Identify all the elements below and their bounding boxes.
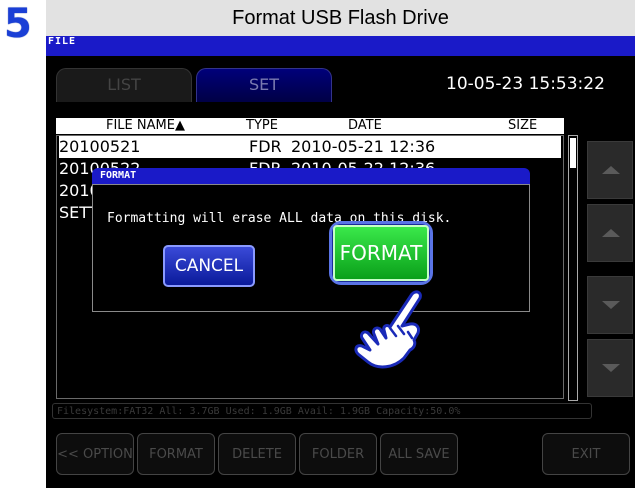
column-header-type[interactable]: TYPE <box>246 118 278 134</box>
step-number: 5 <box>4 1 32 47</box>
dialog-body: Formatting will erase ALL data on this d… <box>92 184 530 312</box>
file-row[interactable]: 20100521 FDR 2010-05-21 12:36 <box>59 136 561 158</box>
filesystem-status: Filesystem:FAT32 All: 3.7GB Used: 1.9GB … <box>52 403 592 419</box>
screen-title: FILE <box>48 36 77 47</box>
format-dialog: FORMAT Formatting will erase ALL data on… <box>92 168 530 312</box>
folder-button[interactable]: FOLDER <box>299 433 377 475</box>
triangle-up-icon <box>602 166 620 174</box>
scroll-down-button[interactable] <box>587 276 633 334</box>
column-header-date[interactable]: DATE <box>348 118 382 134</box>
triangle-up-icon <box>602 229 620 237</box>
dialog-title: FORMAT <box>92 168 530 184</box>
step-caption: Format USB Flash Drive <box>46 0 635 36</box>
cancel-button[interactable]: CANCEL <box>163 245 255 287</box>
column-header-name[interactable]: FILE NAME▲ <box>106 118 185 134</box>
exit-button[interactable]: EXIT <box>542 433 630 475</box>
list-scrollbar[interactable] <box>568 135 578 401</box>
page-down-button[interactable] <box>587 339 633 397</box>
file-type: FDR <box>249 137 282 156</box>
file-date: 2010-05-21 12:36 <box>291 137 436 156</box>
scrollbar-thumb[interactable] <box>570 138 576 168</box>
option-button[interactable]: << OPTION <box>56 433 134 475</box>
column-header-size[interactable]: SIZE <box>508 118 537 134</box>
datetime-display: 10-05-23 15:53:22 <box>446 74 605 94</box>
page-up-button[interactable] <box>587 141 633 199</box>
confirm-format-button[interactable]: FORMAT <box>333 225 429 281</box>
all-save-button[interactable]: ALL SAVE <box>380 433 458 475</box>
screen-title-bar: FILE <box>46 36 635 56</box>
triangle-down-icon <box>602 301 620 309</box>
file-list-header: FILE NAME▲ TYPE DATE SIZE <box>56 118 564 134</box>
tab-set[interactable]: SET <box>196 68 332 102</box>
scroll-up-button[interactable] <box>587 204 633 262</box>
file-name: 20100521 <box>59 137 141 156</box>
pointing-hand-icon <box>354 290 422 369</box>
delete-button[interactable]: DELETE <box>218 433 296 475</box>
tab-list[interactable]: LIST <box>56 68 192 102</box>
triangle-down-icon <box>602 364 620 372</box>
format-button[interactable]: FORMAT <box>137 433 215 475</box>
